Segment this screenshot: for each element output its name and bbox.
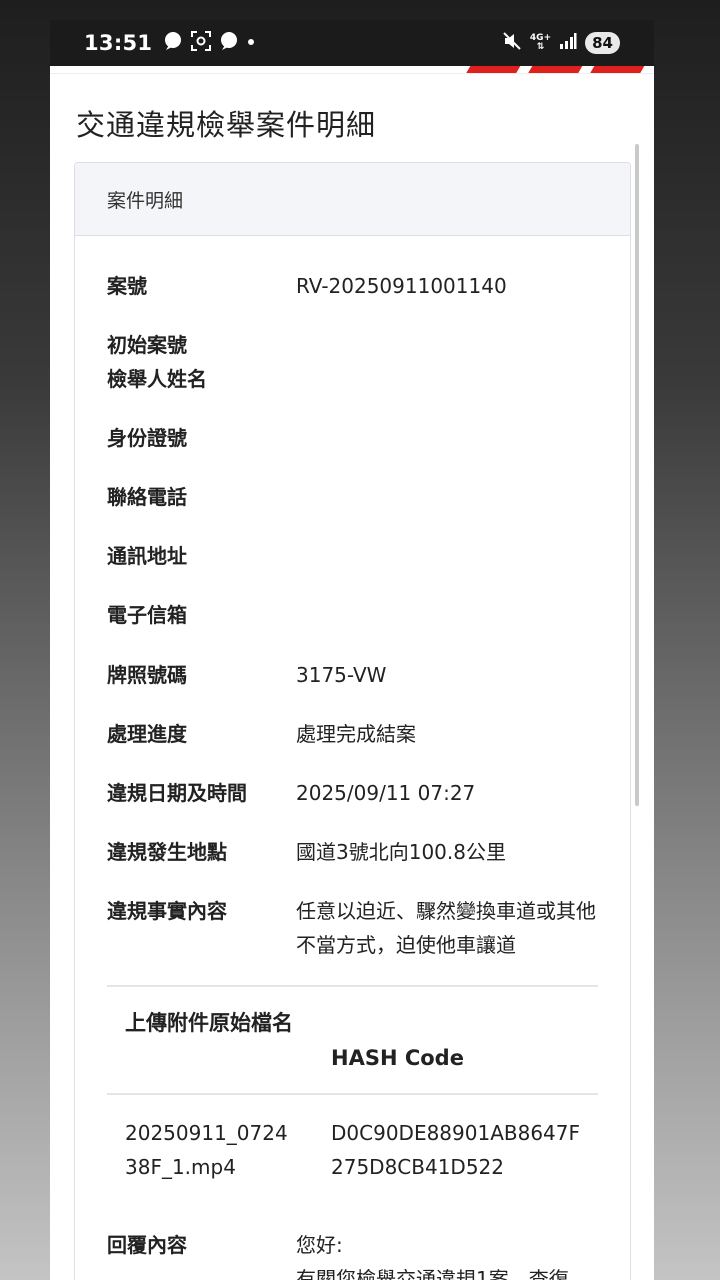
page-content: 交通違規檢舉案件明細 案件明細 案號 RV-20250911001140 初始案… (50, 66, 654, 1280)
status-bar: 13:51 4G+ ⇅ 84 (50, 20, 654, 66)
field-label: 違規發生地點 (107, 840, 227, 864)
reply-line-2: 有關您檢舉交通違規1案，查復 (296, 1267, 569, 1280)
field-label: 處理進度 (107, 722, 187, 746)
chat-bubble-icon (162, 30, 184, 56)
phone-screen: 13:51 4G+ ⇅ 84 交通違規檢舉案件明細 案件明細 案號 RV-202… (50, 20, 654, 1280)
field-label: 身份證號 (107, 426, 187, 450)
field-label: 違規事實內容 (107, 899, 227, 923)
field-label: 案號 (107, 274, 147, 298)
field-label: 回覆內容 (107, 1233, 187, 1257)
attachment-filename-header: 上傳附件原始檔名 (125, 1011, 293, 1035)
field-value: 處理完成結案 (296, 722, 416, 746)
card-header: 案件明細 (75, 163, 630, 236)
screenshot-icon (190, 30, 212, 56)
field-label: 違規日期及時間 (107, 781, 247, 805)
attachment-hash-header: HASH Code (331, 1046, 464, 1070)
field-label: 檢舉人姓名 (107, 367, 207, 391)
field-label: 電子信箱 (107, 603, 187, 627)
table-divider-top (107, 985, 598, 987)
field-label: 初始案號 (107, 333, 187, 357)
network-type-label: 4G+ (529, 33, 552, 43)
page-scrollbar[interactable] (635, 144, 639, 806)
network-type-icon: 4G+ ⇅ (529, 33, 552, 52)
case-detail-card: 案件明細 案號 RV-20250911001140 初始案號 檢舉人姓名 身份證… (74, 162, 631, 1280)
field-value: 2025/09/11 07:27 (296, 781, 476, 805)
signal-icon (559, 33, 577, 53)
field-value: 任意以迫近、驟然變換車道或其他不當方式，迫使他車讓道 (296, 899, 596, 957)
page-title: 交通違規檢舉案件明細 (76, 108, 377, 142)
reply-line-1: 您好: (296, 1233, 343, 1257)
field-label: 聯絡電話 (107, 485, 187, 509)
field-value: 國道3號北向100.8公里 (296, 840, 506, 864)
battery-indicator: 84 (585, 32, 620, 54)
top-banner-strip (50, 66, 654, 74)
field-label: 通訊地址 (107, 544, 187, 568)
attachment-filename-cell: 20250911_072438F_1.mp4 (125, 1121, 288, 1179)
notification-dot-icon (246, 30, 256, 56)
message-bubble-icon (218, 30, 240, 56)
table-divider-header (107, 1093, 598, 1095)
field-value: RV-20250911001140 (296, 274, 507, 298)
field-value: 3175-VW (296, 663, 387, 687)
field-label: 牌照號碼 (107, 663, 187, 687)
mute-icon (502, 31, 522, 55)
status-time: 13:51 (84, 31, 153, 55)
attachment-hash-cell: D0C90DE88901AB8647F275D8CB41D522 (331, 1121, 581, 1179)
